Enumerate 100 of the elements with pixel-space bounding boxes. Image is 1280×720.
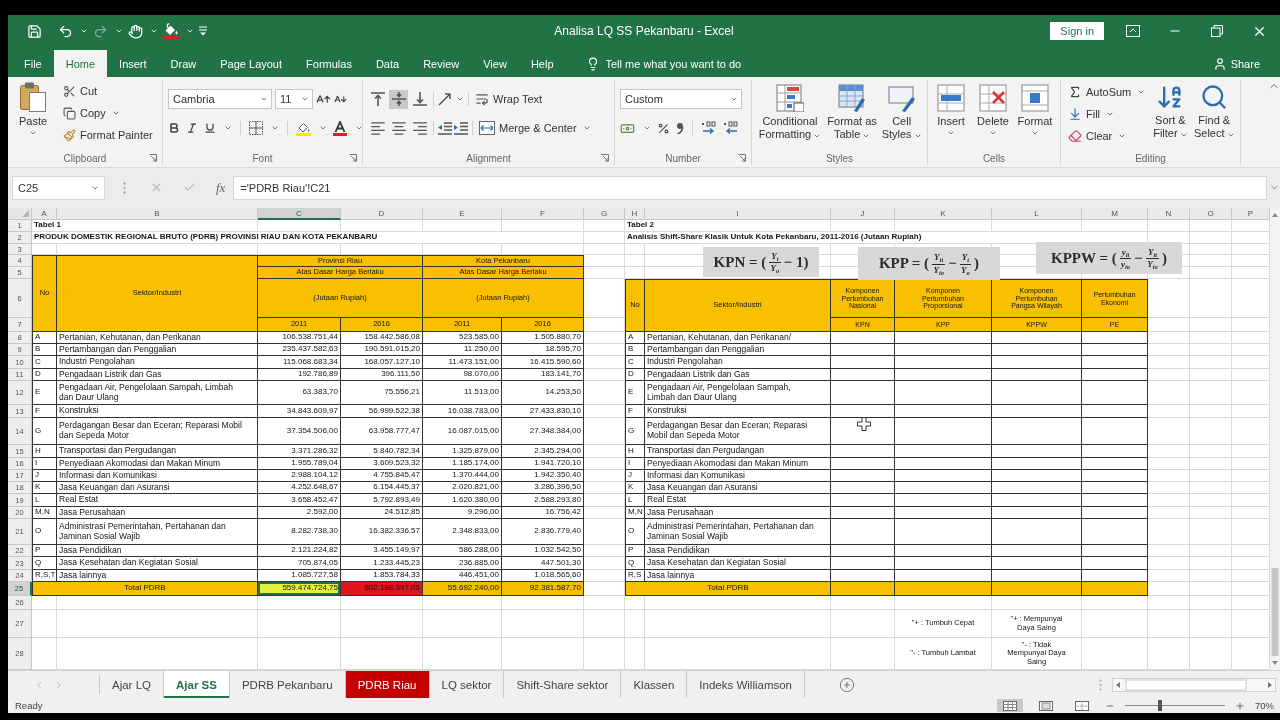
increase-indent-icon[interactable] — [454, 121, 468, 135]
caret-icon[interactable] — [355, 124, 363, 132]
caret-icon[interactable] — [150, 27, 158, 35]
decrease-indent-icon[interactable] — [438, 121, 452, 135]
restore-icon[interactable] — [1211, 25, 1223, 37]
caret-icon[interactable] — [319, 124, 327, 132]
plus-circle-icon[interactable] — [839, 676, 855, 693]
font-color-icon[interactable] — [333, 120, 347, 136]
paint-bucket-icon[interactable] — [163, 23, 179, 39]
paste-button[interactable]: Paste — [13, 82, 53, 138]
name-box[interactable]: C25 — [12, 175, 105, 200]
ribbon-tab[interactable]: Page Layout — [208, 50, 295, 77]
cut-button[interactable]: Cut — [61, 82, 155, 100]
clipboard-icon — [20, 82, 46, 112]
tell-me-field[interactable]: Tell me what you want to do — [605, 57, 776, 70]
fill-button[interactable]: Fill — [1066, 105, 1148, 123]
number-format-field[interactable]: Custom — [620, 89, 742, 109]
column-header[interactable]: K — [895, 208, 992, 220]
column-header[interactable]: J — [831, 208, 895, 220]
ribbon-tab[interactable]: Data — [363, 50, 412, 77]
ribbon-tab[interactable]: Draw — [158, 50, 209, 77]
decrease-decimal-icon[interactable] — [723, 121, 739, 135]
ribbon-tab[interactable]: Help — [518, 50, 566, 77]
table-cell: J — [32, 470, 57, 482]
share-button[interactable]: Share — [1206, 50, 1266, 77]
column-header[interactable]: F — [502, 208, 584, 220]
style-button[interactable]: Cell Styles — [881, 84, 922, 142]
sheet-tab[interactable]: Ajar SS — [164, 671, 230, 698]
ribbon-tab[interactable]: File — [12, 50, 54, 77]
diagonal-arrow-icon[interactable] — [438, 92, 452, 106]
corner-arrow-icon[interactable] — [349, 154, 357, 162]
ribbon-tab[interactable]: Formulas — [294, 50, 364, 77]
caret-icon[interactable] — [224, 124, 232, 132]
increase-decimal-icon[interactable] — [701, 121, 717, 135]
underline-icon[interactable] — [204, 122, 216, 134]
ribbon-tab[interactable]: View — [471, 50, 519, 77]
find-select-button[interactable]: Find & Select — [1193, 83, 1235, 141]
wrap-text-button[interactable]: Wrap Text — [473, 90, 545, 108]
ribbon-tab[interactable]: Insert — [107, 50, 159, 77]
column-header[interactable]: N — [1148, 208, 1190, 220]
slider-thumb[interactable] — [1158, 700, 1162, 711]
vertical-scrollbar[interactable] — [1270, 208, 1280, 670]
zoom-in-icon[interactable] — [1235, 700, 1245, 711]
insert-function-button[interactable]: fx — [215, 179, 226, 196]
cells-button[interactable]: Insert — [933, 84, 969, 138]
corner-arrow-icon[interactable] — [149, 154, 157, 162]
align-button[interactable] — [368, 89, 387, 109]
ribbon-tab[interactable]: Home — [53, 50, 108, 77]
style-button[interactable]: Conditional Formatting — [757, 84, 823, 142]
column-header[interactable]: O — [1190, 208, 1232, 220]
column-header[interactable]: C — [258, 208, 341, 220]
caret-icon[interactable] — [115, 27, 123, 35]
clear-button[interactable]: Clear — [1066, 127, 1148, 145]
fill-color-icon[interactable] — [296, 120, 311, 136]
column-header[interactable]: P — [1232, 208, 1270, 220]
sheet-tab[interactable]: PDRB Riau — [345, 671, 430, 698]
column-header[interactable]: G — [584, 208, 625, 220]
zoom-level[interactable]: 70% — [1255, 700, 1274, 711]
horizontal-scrollbar[interactable] — [1112, 677, 1276, 692]
merge-center-button[interactable]: Merge & Center — [477, 119, 593, 137]
undo-icon[interactable] — [58, 23, 73, 39]
sort-filter-button[interactable]: Sort & Filter — [1152, 83, 1189, 141]
ribbon-tab[interactable]: Review — [411, 50, 472, 77]
format-painter-button[interactable]: Format Painter — [61, 126, 155, 144]
percent-icon[interactable] — [657, 121, 670, 135]
font-size-field[interactable]: 11 — [275, 89, 313, 109]
copy-button[interactable]: Copy — [61, 104, 155, 122]
save-icon[interactable] — [27, 23, 42, 39]
comma-style-icon[interactable] — [676, 122, 684, 134]
caret-icon[interactable] — [80, 27, 88, 35]
column-header[interactable]: B — [57, 208, 258, 220]
autosum-button[interactable]: AutoSum — [1066, 83, 1148, 101]
column-header[interactable]: D — [341, 208, 423, 220]
align-button[interactable] — [389, 89, 408, 109]
italic-icon[interactable] — [186, 122, 198, 134]
column-header[interactable]: A — [32, 208, 57, 220]
caret-icon[interactable] — [271, 124, 279, 132]
caret-icon[interactable] — [186, 27, 194, 35]
column-header[interactable]: I — [645, 208, 831, 220]
sign-in-button[interactable]: Sign in — [1050, 22, 1104, 40]
normal-view-button[interactable] — [997, 699, 1023, 712]
align-button[interactable] — [410, 89, 429, 109]
hand-icon[interactable] — [128, 23, 143, 39]
column-header[interactable]: M — [1082, 208, 1148, 220]
column-header[interactable]: L — [992, 208, 1082, 220]
caret-icon[interactable] — [456, 95, 464, 103]
corner-arrow-icon[interactable] — [601, 154, 609, 162]
borders-icon[interactable] — [249, 121, 263, 135]
cells-button[interactable]: Delete — [975, 84, 1011, 138]
corner-arrow-icon[interactable] — [738, 154, 746, 162]
menu-icon[interactable] — [199, 26, 207, 36]
formula-field[interactable]: ='PDRB Riau'!C21 — [233, 175, 1267, 200]
caret-icon[interactable] — [643, 124, 651, 132]
cells-button[interactable]: Format — [1017, 84, 1053, 138]
style-button[interactable]: Format as Table — [826, 84, 878, 142]
font-name-field[interactable]: Cambria — [168, 89, 272, 109]
bold-icon[interactable] — [168, 122, 180, 134]
column-header[interactable]: H — [625, 208, 645, 220]
column-header[interactable]: E — [423, 208, 502, 220]
ribbon-display-icon[interactable] — [1126, 25, 1140, 37]
